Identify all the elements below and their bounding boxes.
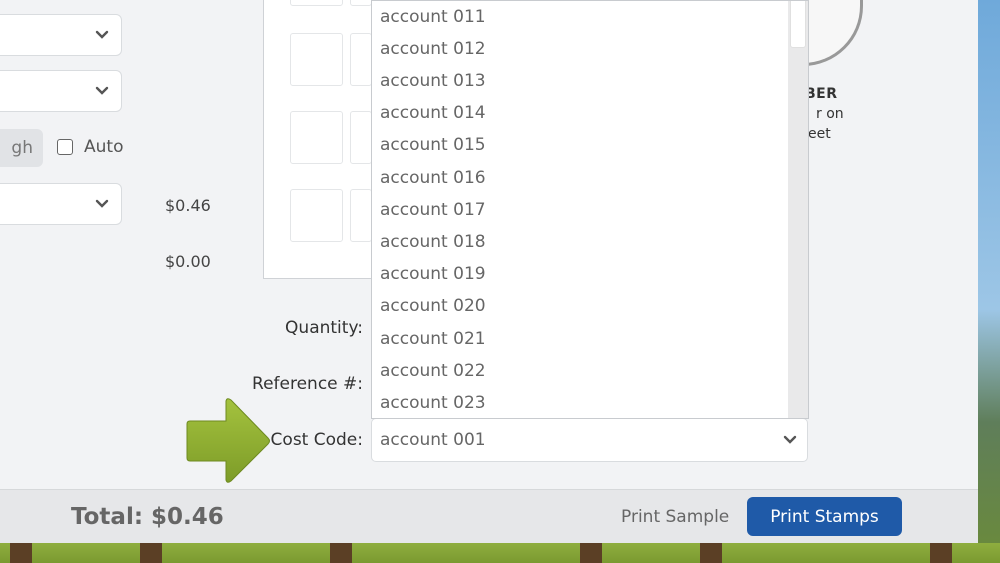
fence-post: [700, 543, 722, 563]
quantity-label: Quantity:: [285, 318, 363, 338]
fence-post: [930, 543, 952, 563]
dropdown-option[interactable]: account 019: [380, 258, 486, 290]
print-sample-button[interactable]: Print Sample: [621, 507, 729, 527]
cost-code-dropdown-list[interactable]: account 011 account 012 account 013 acco…: [371, 0, 809, 419]
weight-toggle-label: gh: [11, 138, 33, 158]
dropdown-option[interactable]: account 018: [380, 226, 486, 258]
print-stamps-button[interactable]: Print Stamps: [747, 497, 902, 536]
select-field-2[interactable]: [0, 70, 122, 112]
chevron-down-icon: [783, 435, 797, 444]
cost-code-select[interactable]: account 001: [371, 418, 808, 462]
seal-text-line: eet: [808, 126, 831, 142]
dropdown-option[interactable]: account 011: [380, 1, 486, 33]
stamp-slot: [290, 111, 343, 164]
background-grass: [0, 543, 1000, 563]
stamp-slot: [350, 189, 372, 242]
dropdown-option[interactable]: account 020: [380, 290, 486, 322]
postage-price: $0.46: [165, 196, 211, 215]
extra-price: $0.00: [165, 252, 211, 271]
background-landscape: [978, 0, 1000, 563]
dropdown-option[interactable]: account 014: [380, 97, 486, 129]
fence-post: [330, 543, 352, 563]
auto-checkbox[interactable]: [57, 139, 73, 155]
dropdown-option[interactable]: account 021: [380, 323, 486, 355]
dropdown-option[interactable]: account 022: [380, 355, 486, 387]
auto-checkbox-label: Auto: [84, 137, 124, 157]
seal-text-line: r on: [816, 106, 844, 122]
reference-label: Reference #:: [252, 374, 363, 394]
print-stamps-dialog: gh Auto $0.46 $0.00 BER r on eet Quantit…: [0, 0, 978, 543]
seal-text-line: BER: [805, 86, 838, 102]
pointer-arrow-icon: [186, 398, 270, 483]
stamp-slot: [290, 0, 343, 6]
dropdown-option[interactable]: account 023: [380, 387, 486, 418]
dropdown-option[interactable]: account 016: [380, 162, 486, 194]
dropdown-option[interactable]: account 015: [380, 129, 486, 161]
stamp-slot: [350, 111, 372, 164]
stamp-slot: [290, 189, 343, 242]
dropdown-option[interactable]: account 012: [380, 33, 486, 65]
select-field-3[interactable]: [0, 183, 122, 225]
chevron-down-icon: [95, 199, 109, 208]
fence-post: [10, 543, 32, 563]
total-amount: Total: $0.46: [71, 504, 224, 530]
chevron-down-icon: [95, 30, 109, 39]
fence-post: [580, 543, 602, 563]
stamp-slot: [290, 33, 343, 86]
fence-post: [140, 543, 162, 563]
dropdown-option[interactable]: account 017: [380, 194, 486, 226]
weight-toggle-button[interactable]: gh: [0, 129, 43, 167]
dropdown-scrollbar[interactable]: [788, 1, 808, 418]
select-field-1[interactable]: [0, 14, 122, 56]
cost-code-value: account 001: [380, 430, 486, 450]
dropdown-option[interactable]: account 013: [380, 65, 486, 97]
chevron-down-icon: [95, 86, 109, 95]
dropdown-scroll-thumb[interactable]: [790, 1, 806, 48]
dialog-footer: Total: $0.46 Print Sample Print Stamps: [0, 489, 978, 543]
stamp-slot: [350, 0, 372, 6]
stamp-slot: [350, 33, 372, 86]
